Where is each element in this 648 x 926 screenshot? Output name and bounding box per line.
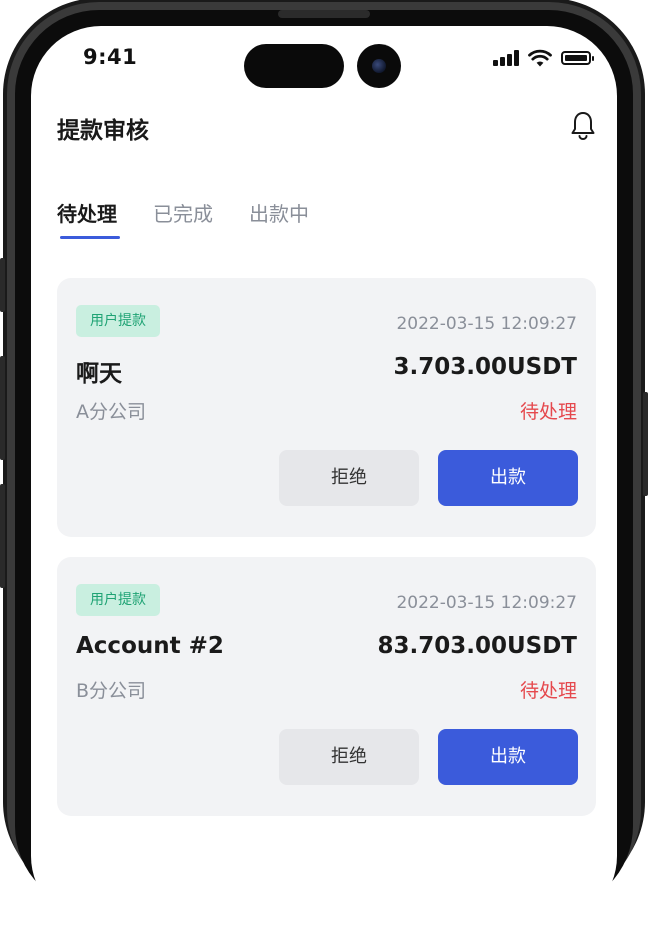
tab-pending[interactable]: 待处理 <box>57 198 117 227</box>
reject-button[interactable]: 拒绝 <box>279 450 419 506</box>
tab-processing-payout[interactable]: 出款中 <box>249 198 309 227</box>
front-camera <box>357 44 401 88</box>
phone-screen: 9:41 提款审核 待处理 已完成 出款中 用户提款 2022-03-15 12… <box>31 26 617 926</box>
request-datetime: 2022-03-15 12:09:27 <box>396 593 577 613</box>
tab-completed[interactable]: 已完成 <box>153 198 213 227</box>
battery-icon <box>561 51 594 65</box>
bell-icon[interactable] <box>569 110 597 140</box>
volume-down-button <box>0 484 5 588</box>
withdrawal-card: 用户提款 2022-03-15 12:09:27 啊天 3.703.00USDT… <box>57 278 596 537</box>
payout-button[interactable]: 出款 <box>438 729 578 785</box>
wifi-icon <box>528 49 552 67</box>
status-time: 9:41 <box>83 45 138 69</box>
withdrawal-amount: 83.703.00USDT <box>377 633 577 659</box>
type-badge: 用户提款 <box>76 584 160 616</box>
volume-up-button <box>0 356 5 460</box>
account-name: Account #2 <box>76 633 224 659</box>
dynamic-island <box>244 44 344 88</box>
account-name: 啊天 <box>76 361 122 387</box>
branch-name: A分公司 <box>76 401 146 423</box>
action-button <box>0 258 5 312</box>
active-tab-indicator <box>60 236 120 239</box>
status-label: 待处理 <box>519 680 577 702</box>
speaker-grille <box>278 10 370 18</box>
signal-icon <box>493 50 521 66</box>
request-datetime: 2022-03-15 12:09:27 <box>396 314 577 334</box>
status-label: 待处理 <box>519 401 577 423</box>
withdrawal-card: 用户提款 2022-03-15 12:09:27 Account #2 83.7… <box>57 557 596 816</box>
type-badge: 用户提款 <box>76 305 160 337</box>
branch-name: B分公司 <box>76 680 147 702</box>
payout-button[interactable]: 出款 <box>438 450 578 506</box>
status-icons <box>493 48 603 68</box>
reject-button[interactable]: 拒绝 <box>279 729 419 785</box>
page-title: 提款审核 <box>57 118 149 144</box>
power-button <box>643 392 648 496</box>
tab-bar: 待处理 已完成 出款中 <box>57 198 457 248</box>
withdrawal-amount: 3.703.00USDT <box>393 354 577 380</box>
